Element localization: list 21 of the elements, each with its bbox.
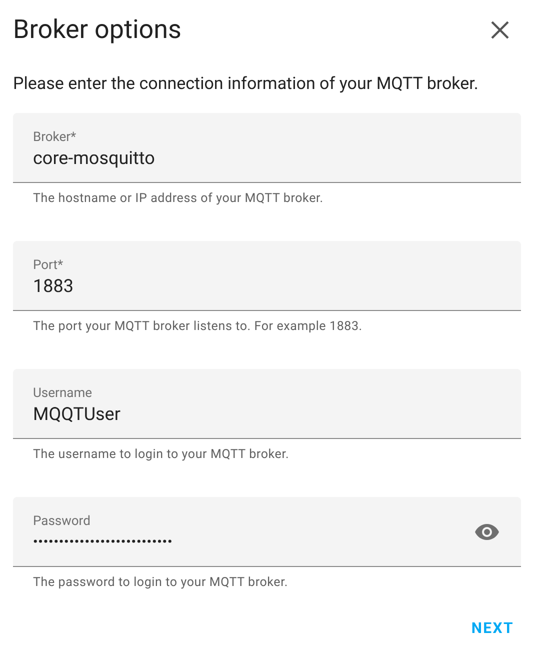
field-label: Password [33, 512, 92, 530]
helper-text: The username to login to your MQTT broker. [32, 447, 290, 463]
field-value: 1883 [33, 274, 74, 298]
field-label: Username [33, 384, 93, 402]
show-password-button[interactable] [475, 524, 499, 540]
dialog-description: Please enter the connection information of your MQTT broker. [12, 73, 480, 95]
text-field[interactable]: Broker* core-mosquitto [13, 113, 521, 183]
helper-text: The hostname or IP address of your MQTT broker. [32, 191, 324, 207]
eye-icon [475, 524, 499, 540]
helper-text: The password to login to your MQTT broker. [32, 575, 289, 591]
helper-text: The port your MQTT broker listens to. For example 1883. [32, 319, 364, 335]
text-field[interactable]: Password ••••••••••••••••••••••••••• [13, 497, 521, 567]
field-value: MQQTUser [33, 402, 122, 426]
text-field[interactable]: Port* 1883 [13, 241, 521, 311]
close-icon [490, 20, 510, 40]
dialog-title: Broker options [13, 14, 182, 47]
field-value: ••••••••••••••••••••••••••• [33, 534, 174, 552]
text-field[interactable]: Username MQQTUser [13, 369, 521, 439]
field-label: Port* [33, 256, 64, 274]
field-label: Broker* [33, 128, 78, 146]
field-value: core-mosquitto [33, 146, 156, 170]
